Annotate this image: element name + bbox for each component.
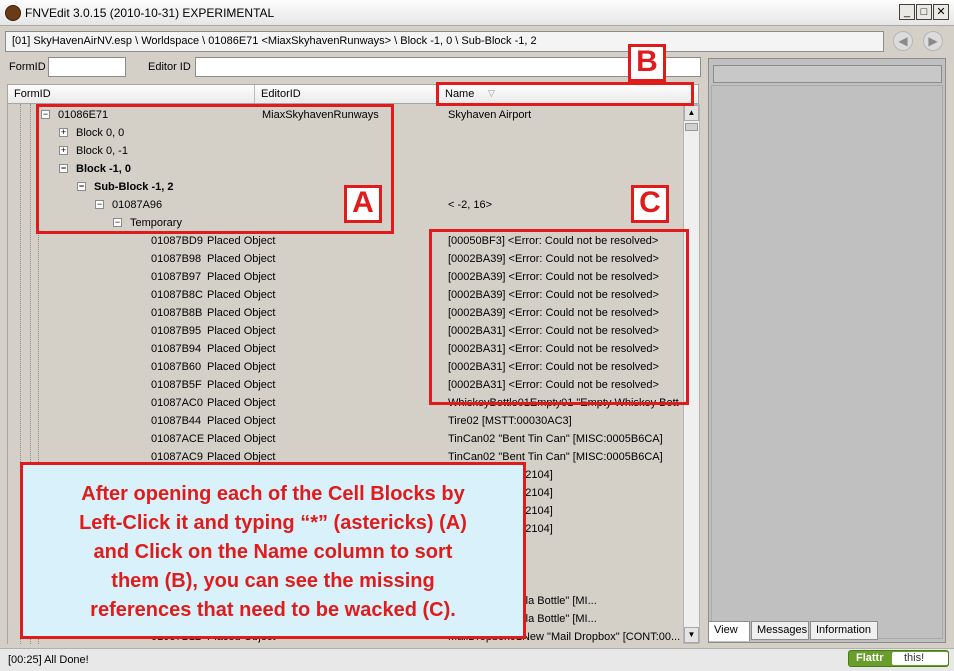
note-line: and Click on the Name column to sort	[93, 541, 453, 563]
row-signature: Placed Object	[207, 307, 276, 319]
scroll-thumb[interactable]	[685, 123, 698, 131]
row-signature: Placed Object	[207, 235, 276, 247]
note-line: references that need to be wacked (C).	[90, 599, 456, 621]
record-view-header	[713, 65, 942, 83]
flattr-this: this!	[892, 652, 948, 665]
row-name: Skyhaven Airport	[448, 109, 532, 121]
tab-view[interactable]: View	[708, 621, 750, 641]
column-header-editorid[interactable]: EditorID	[255, 85, 439, 103]
tree-row[interactable]: 01087ACE Placed Object TinCan02 "Bent Tin …	[8, 430, 683, 448]
tab-messages[interactable]: Messages	[751, 621, 809, 640]
tab-information[interactable]: Information	[810, 621, 878, 640]
tree-row[interactable]: 01087B44 Placed Object Tire02 [MSTT:00030A…	[8, 412, 683, 430]
row-formid: 01087B98	[151, 253, 202, 265]
row-formid: 01087BD9	[151, 235, 203, 247]
note-line: them (B), you can see the missing	[111, 570, 435, 592]
scroll-down-icon[interactable]: ▼	[684, 627, 699, 643]
back-icon[interactable]: ◀	[893, 31, 913, 51]
callout-box-a	[36, 104, 394, 234]
note-line: Left-Click it and typing “*” (astericks)…	[79, 512, 467, 534]
flattr-label: Flattr	[856, 652, 884, 664]
row-formid: 01087B5F	[151, 379, 202, 391]
breadcrumb: [01] SkyHavenAirNV.esp \ Worldspace \ 01…	[5, 31, 884, 52]
instruction-note: After opening each of the Cell Blocks by…	[20, 462, 526, 639]
row-signature: Placed Object	[207, 289, 276, 301]
record-view-pane	[708, 58, 946, 643]
row-formid: 01087B97	[151, 271, 202, 283]
status-bar: [00:25] All Done!	[0, 648, 954, 671]
row-formid: 01087AC0	[151, 397, 203, 409]
row-signature: Placed Object	[207, 271, 276, 283]
editorid-filter-input[interactable]	[195, 57, 701, 77]
callout-label-b: B	[628, 44, 666, 82]
row-signature: Placed Object	[207, 253, 276, 265]
row-signature: Placed Object	[207, 325, 276, 337]
close-button[interactable]: ✕	[933, 4, 949, 20]
row-formid: 01087B44	[151, 415, 202, 427]
editorid-filter-label: Editor ID	[148, 61, 191, 73]
record-view-content	[711, 85, 943, 639]
status-text: [00:25] All Done!	[8, 654, 89, 666]
column-header-formid[interactable]: FormID	[8, 85, 255, 103]
title-bar: FNVEdit 3.0.15 (2010-10-31) EXPERIMENTAL…	[0, 0, 954, 26]
callout-box-c	[429, 229, 689, 405]
row-name: Tire02 [MSTT:00030AC3]	[448, 415, 572, 427]
row-name: < -2, 16>	[448, 199, 493, 211]
row-formid: 01087B8C	[151, 289, 203, 301]
row-signature: Placed Object	[207, 415, 276, 427]
row-formid: 01087ACE	[151, 433, 205, 445]
row-formid: 01087B94	[151, 343, 202, 355]
formid-filter-label: FormID	[9, 61, 46, 73]
row-signature: Placed Object	[207, 433, 276, 445]
callout-box-b	[436, 82, 694, 106]
window-title: FNVEdit 3.0.15 (2010-10-31) EXPERIMENTAL	[25, 6, 275, 20]
forward-icon[interactable]: ▶	[923, 31, 943, 51]
note-line: After opening each of the Cell Blocks by	[81, 483, 465, 505]
row-formid: 01087B95	[151, 325, 202, 337]
scroll-up-icon[interactable]: ▲	[684, 105, 699, 121]
breadcrumb-text: [01] SkyHavenAirNV.esp \ Worldspace \ 01…	[12, 35, 537, 47]
row-name: TinCan02 "Bent Tin Can" [MISC:0005B6CA]	[448, 433, 663, 445]
app-icon	[5, 5, 21, 21]
minimize-button[interactable]: _	[899, 4, 915, 20]
row-formid: 01087B8B	[151, 307, 203, 319]
callout-label-c: C	[631, 185, 669, 223]
row-signature: Placed Object	[207, 343, 276, 355]
row-signature: Placed Object	[207, 361, 276, 373]
maximize-button[interactable]: □	[916, 4, 932, 20]
formid-filter-input[interactable]	[48, 57, 126, 77]
row-formid: 01087B60	[151, 361, 202, 373]
flattr-button[interactable]: Flattr this!	[848, 650, 949, 667]
row-signature: Placed Object	[207, 397, 276, 409]
row-signature: Placed Object	[207, 379, 276, 391]
callout-label-a: A	[344, 185, 382, 223]
